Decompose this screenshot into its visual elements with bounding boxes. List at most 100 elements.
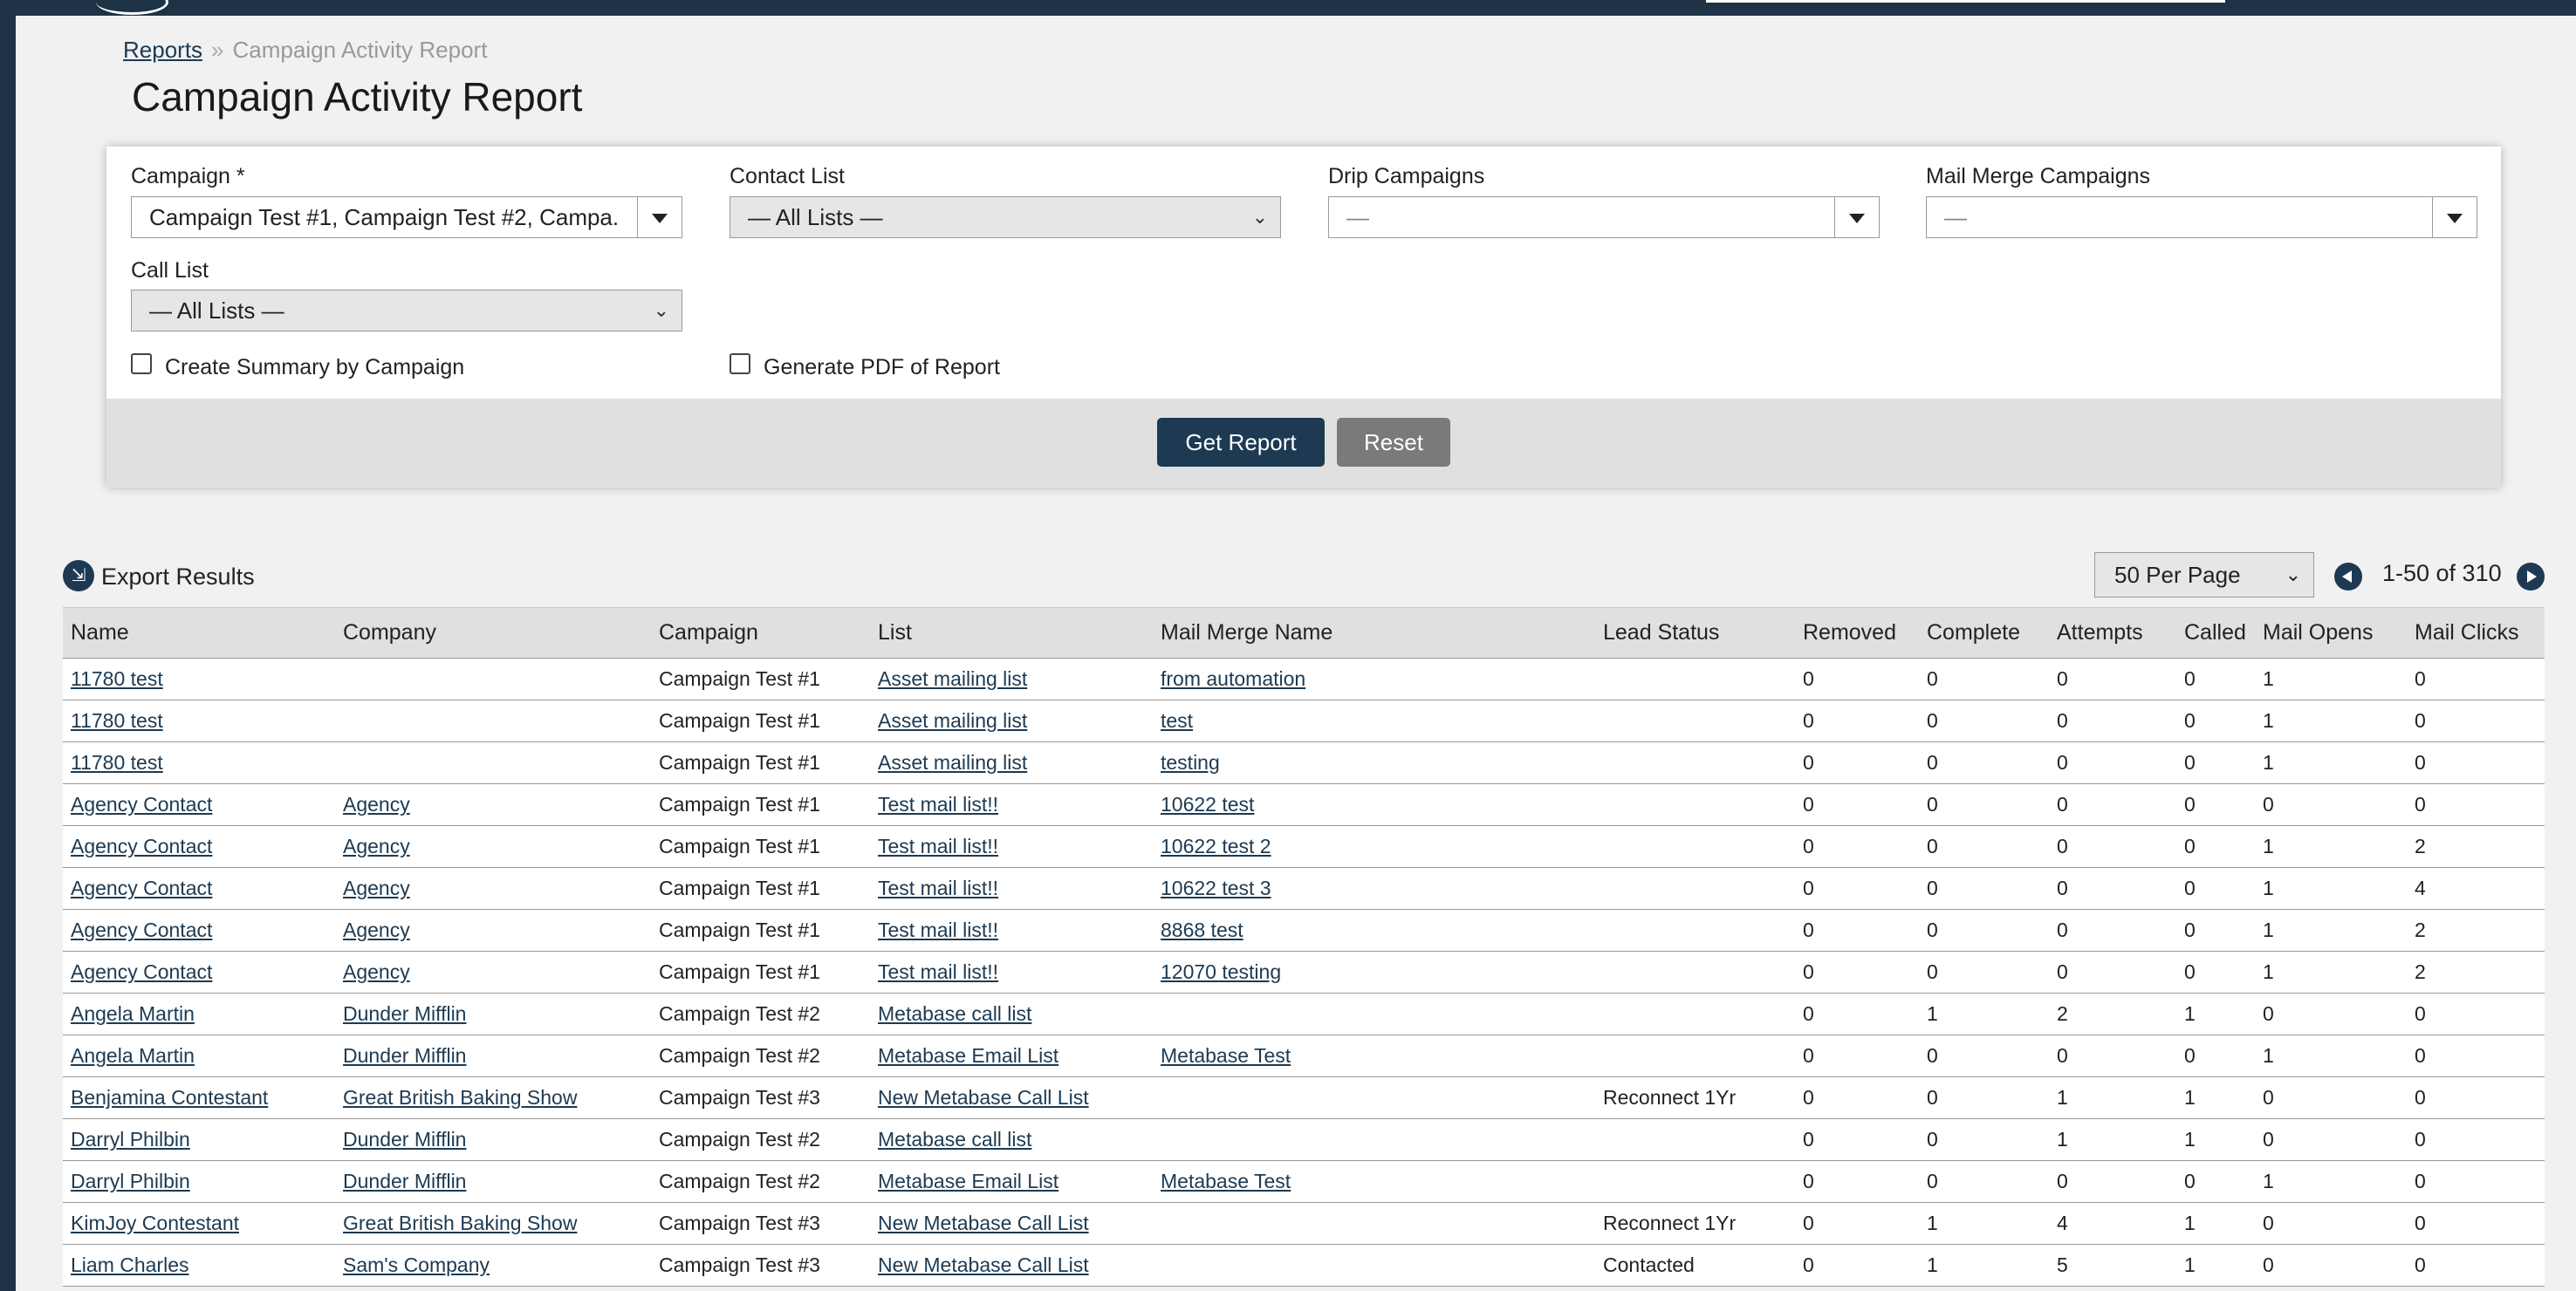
- mail-merge-name-link[interactable]: 10622 test 3: [1161, 877, 1271, 899]
- column-header-mail-clicks[interactable]: Mail Clicks: [2407, 607, 2545, 659]
- cell-complete: 0: [1919, 951, 2049, 994]
- previous-page-button[interactable]: [2334, 563, 2362, 591]
- name-link[interactable]: Darryl Philbin: [71, 1170, 190, 1192]
- call-list-select[interactable]: — All Lists — ⌄: [131, 290, 682, 331]
- drip-campaigns-label: Drip Campaigns: [1328, 164, 1485, 188]
- list-link[interactable]: Test mail list!!: [878, 793, 998, 816]
- name-link[interactable]: 11780 test: [71, 667, 163, 690]
- name-link[interactable]: Darryl Philbin: [71, 1128, 190, 1151]
- list-link[interactable]: New Metabase Call List: [878, 1086, 1089, 1109]
- mail-merge-name-link[interactable]: 10622 test 2: [1161, 835, 1271, 857]
- drip-campaigns-select[interactable]: —: [1328, 196, 1880, 238]
- campaign-select-toggle[interactable]: [637, 197, 682, 237]
- mail-merge-name-link[interactable]: Metabase Test: [1161, 1170, 1291, 1192]
- column-header-mail-opens[interactable]: Mail Opens: [2255, 607, 2407, 659]
- filter-panel: Campaign * Campaign Test #1, Campaign Te…: [106, 147, 2501, 488]
- name-link[interactable]: Angela Martin: [71, 1044, 195, 1067]
- mail-merge-campaigns-select[interactable]: —: [1926, 196, 2477, 238]
- name-link[interactable]: Agency Contact: [71, 877, 212, 899]
- column-header-campaign[interactable]: Campaign: [651, 607, 870, 659]
- list-link[interactable]: Test mail list!!: [878, 835, 998, 857]
- table-row: 11780 test Campaign Test #1 Asset mailing …: [63, 700, 2545, 742]
- list-link[interactable]: Test mail list!!: [878, 960, 998, 983]
- list-link[interactable]: Metabase Email List: [878, 1044, 1058, 1067]
- list-link[interactable]: Metabase call list: [878, 1002, 1031, 1025]
- name-link[interactable]: Agency Contact: [71, 960, 212, 983]
- company-link[interactable]: Agency: [343, 919, 410, 941]
- column-header-company[interactable]: Company: [335, 607, 651, 659]
- column-header-called[interactable]: Called: [2176, 607, 2255, 659]
- name-link[interactable]: Angela Martin: [71, 1002, 195, 1025]
- list-link[interactable]: New Metabase Call List: [878, 1212, 1089, 1234]
- cell-removed: 0: [1795, 909, 1919, 952]
- contact-list-select[interactable]: — All Lists — ⌄: [730, 196, 1281, 238]
- mail-merge-name-link[interactable]: from automation: [1161, 667, 1305, 690]
- mail-merge-name-link[interactable]: 12070 testing: [1161, 960, 1281, 983]
- company-link[interactable]: Great British Baking Show: [343, 1086, 577, 1109]
- column-header-attempts[interactable]: Attempts: [2049, 607, 2176, 659]
- list-link[interactable]: Asset mailing list: [878, 751, 1027, 774]
- arrow-right-icon: [2527, 570, 2537, 583]
- name-link[interactable]: Agency Contact: [71, 835, 212, 857]
- mail-merge-name-link[interactable]: 10622 test: [1161, 793, 1254, 816]
- name-link[interactable]: KimJoy Contestant: [71, 1212, 239, 1234]
- breadcrumb-reports-link[interactable]: Reports: [123, 37, 202, 63]
- company-link[interactable]: Dunder Mifflin: [343, 1170, 466, 1192]
- company-link[interactable]: Agency: [343, 960, 410, 983]
- list-link[interactable]: Test mail list!!: [878, 877, 998, 899]
- pdf-checkbox-label[interactable]: Generate PDF of Report: [764, 355, 1000, 380]
- mail-merge-name-link[interactable]: testing: [1161, 751, 1220, 774]
- summary-checkbox-label[interactable]: Create Summary by Campaign: [165, 355, 464, 380]
- name-link[interactable]: Agency Contact: [71, 919, 212, 941]
- get-report-button[interactable]: Get Report: [1157, 418, 1325, 467]
- drip-campaigns-toggle[interactable]: [1834, 197, 1879, 237]
- list-link[interactable]: Metabase Email List: [878, 1170, 1058, 1192]
- cell-called: 1: [2176, 1244, 2255, 1287]
- cell-called: 0: [2176, 951, 2255, 994]
- cell-attempts: 0: [2049, 909, 2176, 952]
- company-link[interactable]: Dunder Mifflin: [343, 1044, 466, 1067]
- column-header-list[interactable]: List: [870, 607, 1153, 659]
- mail-merge-campaigns-toggle[interactable]: [2432, 197, 2477, 237]
- name-link[interactable]: Liam Charles: [71, 1253, 189, 1276]
- list-link[interactable]: Asset mailing list: [878, 709, 1027, 732]
- company-link[interactable]: Agency: [343, 877, 410, 899]
- mail-merge-name-link[interactable]: Metabase Test: [1161, 1044, 1291, 1067]
- company-link[interactable]: Agency: [343, 835, 410, 857]
- campaign-select[interactable]: Campaign Test #1, Campaign Test #2, Camp…: [131, 196, 682, 238]
- cell-company: Great British Baking Show: [335, 1076, 651, 1119]
- name-link[interactable]: 11780 test: [71, 709, 163, 732]
- name-link[interactable]: Agency Contact: [71, 793, 212, 816]
- cell-name: Angela Martin: [63, 993, 335, 1035]
- mail-merge-name-link[interactable]: test: [1161, 709, 1193, 732]
- reset-button[interactable]: Reset: [1337, 418, 1450, 467]
- summary-checkbox[interactable]: [131, 353, 152, 374]
- next-page-button[interactable]: [2517, 563, 2545, 591]
- pdf-checkbox[interactable]: [730, 353, 750, 374]
- name-link[interactable]: 11780 test: [71, 751, 163, 774]
- column-header-lead-status[interactable]: Lead Status: [1595, 607, 1795, 659]
- company-link[interactable]: Great British Baking Show: [343, 1212, 577, 1234]
- company-link[interactable]: Dunder Mifflin: [343, 1002, 466, 1025]
- company-link[interactable]: Sam's Company: [343, 1253, 490, 1276]
- column-header-removed[interactable]: Removed: [1795, 607, 1919, 659]
- cell-mail-clicks: 2: [2407, 825, 2545, 868]
- list-link[interactable]: New Metabase Call List: [878, 1253, 1089, 1276]
- table-row: 11780 test Campaign Test #1 Asset mailing …: [63, 658, 2545, 700]
- cell-lead-status: [1595, 1160, 1795, 1203]
- mail-merge-name-link[interactable]: 8868 test: [1161, 919, 1243, 941]
- list-link[interactable]: Test mail list!!: [878, 919, 998, 941]
- cell-complete: 0: [1919, 1076, 2049, 1119]
- name-link[interactable]: Benjamina Contestant: [71, 1086, 268, 1109]
- per-page-select[interactable]: 50 Per Page ⌄: [2094, 552, 2314, 598]
- list-link[interactable]: Metabase call list: [878, 1128, 1031, 1151]
- column-header-name[interactable]: Name: [63, 607, 335, 659]
- column-header-complete[interactable]: Complete: [1919, 607, 2049, 659]
- logo-icon[interactable]: [96, 0, 168, 15]
- list-link[interactable]: Asset mailing list: [878, 667, 1027, 690]
- global-search-input[interactable]: [1706, 0, 2225, 3]
- cell-called: 0: [2176, 700, 2255, 742]
- company-link[interactable]: Dunder Mifflin: [343, 1128, 466, 1151]
- company-link[interactable]: Agency: [343, 793, 410, 816]
- column-header-mail-merge-name[interactable]: Mail Merge Name: [1153, 607, 1595, 659]
